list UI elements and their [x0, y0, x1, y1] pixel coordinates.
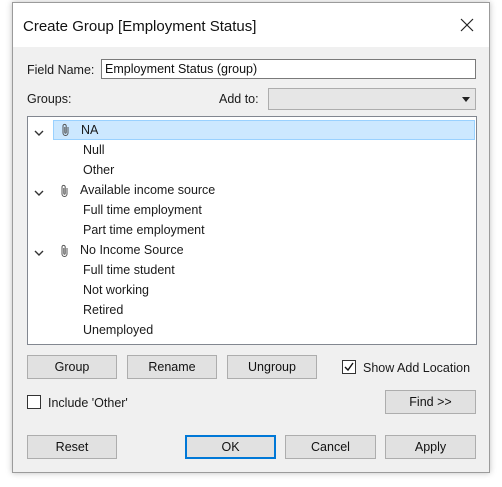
dialog-title: Create Group [Employment Status]: [23, 18, 257, 35]
close-button[interactable]: [451, 9, 483, 41]
cancel-button[interactable]: Cancel: [285, 435, 376, 459]
close-icon: [460, 18, 474, 32]
tree-item-row[interactable]: Other: [28, 160, 476, 180]
field-name-label: Field Name:: [27, 63, 95, 77]
tree-item-row[interactable]: Not working: [28, 280, 476, 300]
chevron-down-icon[interactable]: [34, 126, 44, 140]
ungroup-button[interactable]: Ungroup: [227, 355, 317, 379]
tree-item-row[interactable]: Full time employment: [28, 200, 476, 220]
include-other-checkbox[interactable]: [27, 395, 41, 409]
tree-item-label: Full time student: [83, 263, 175, 277]
tree-item-row[interactable]: Full time student: [28, 260, 476, 280]
add-to-label: Add to:: [219, 92, 259, 106]
groups-tree[interactable]: NA Null Other Available income source Full t…: [27, 116, 477, 345]
add-to-dropdown[interactable]: [268, 88, 476, 110]
tree-item-row[interactable]: Unemployed: [28, 320, 476, 340]
tree-group-label: No Income Source: [80, 243, 184, 257]
tree-item-label: Retired: [83, 303, 124, 317]
groups-label: Groups:: [27, 92, 72, 106]
apply-button[interactable]: Apply: [385, 435, 476, 459]
tree-item-label: Full time employment: [83, 203, 202, 217]
show-add-location-label: Show Add Location: [363, 361, 471, 375]
include-other-label: Include 'Other': [48, 396, 128, 410]
tree-group-label: Available income source: [80, 183, 216, 197]
tree-item-row[interactable]: Retired: [28, 300, 476, 320]
checkmark-icon: [344, 362, 354, 372]
tree-item-label: Unemployed: [83, 323, 154, 337]
title-bar: Create Group [Employment Status]: [13, 3, 489, 47]
tree-group-row[interactable]: Available income source: [28, 180, 476, 200]
ok-button[interactable]: OK: [185, 435, 276, 459]
tree-item-row[interactable]: Null: [28, 140, 476, 160]
show-add-location-checkbox[interactable]: [342, 360, 356, 374]
reset-button[interactable]: Reset: [27, 435, 117, 459]
find-button[interactable]: Find >>: [385, 390, 476, 414]
paperclip-icon: [61, 123, 71, 141]
tree-item-label: Part time employment: [83, 223, 205, 237]
create-group-dialog: Create Group [Employment Status] Field N…: [12, 2, 490, 473]
field-name-input[interactable]: [101, 59, 476, 79]
tree-item-label: Other: [83, 163, 115, 177]
tree-group-row[interactable]: NA: [53, 120, 475, 140]
chevron-down-icon: [462, 97, 470, 102]
tree-group-label: NA: [81, 123, 99, 137]
tree-item-label: Null: [83, 143, 105, 157]
group-button[interactable]: Group: [27, 355, 117, 379]
tree-item-row[interactable]: Part time employment: [28, 220, 476, 240]
rename-button[interactable]: Rename: [127, 355, 217, 379]
tree-group-row[interactable]: No Income Source: [28, 240, 476, 260]
tree-item-label: Not working: [83, 283, 149, 297]
